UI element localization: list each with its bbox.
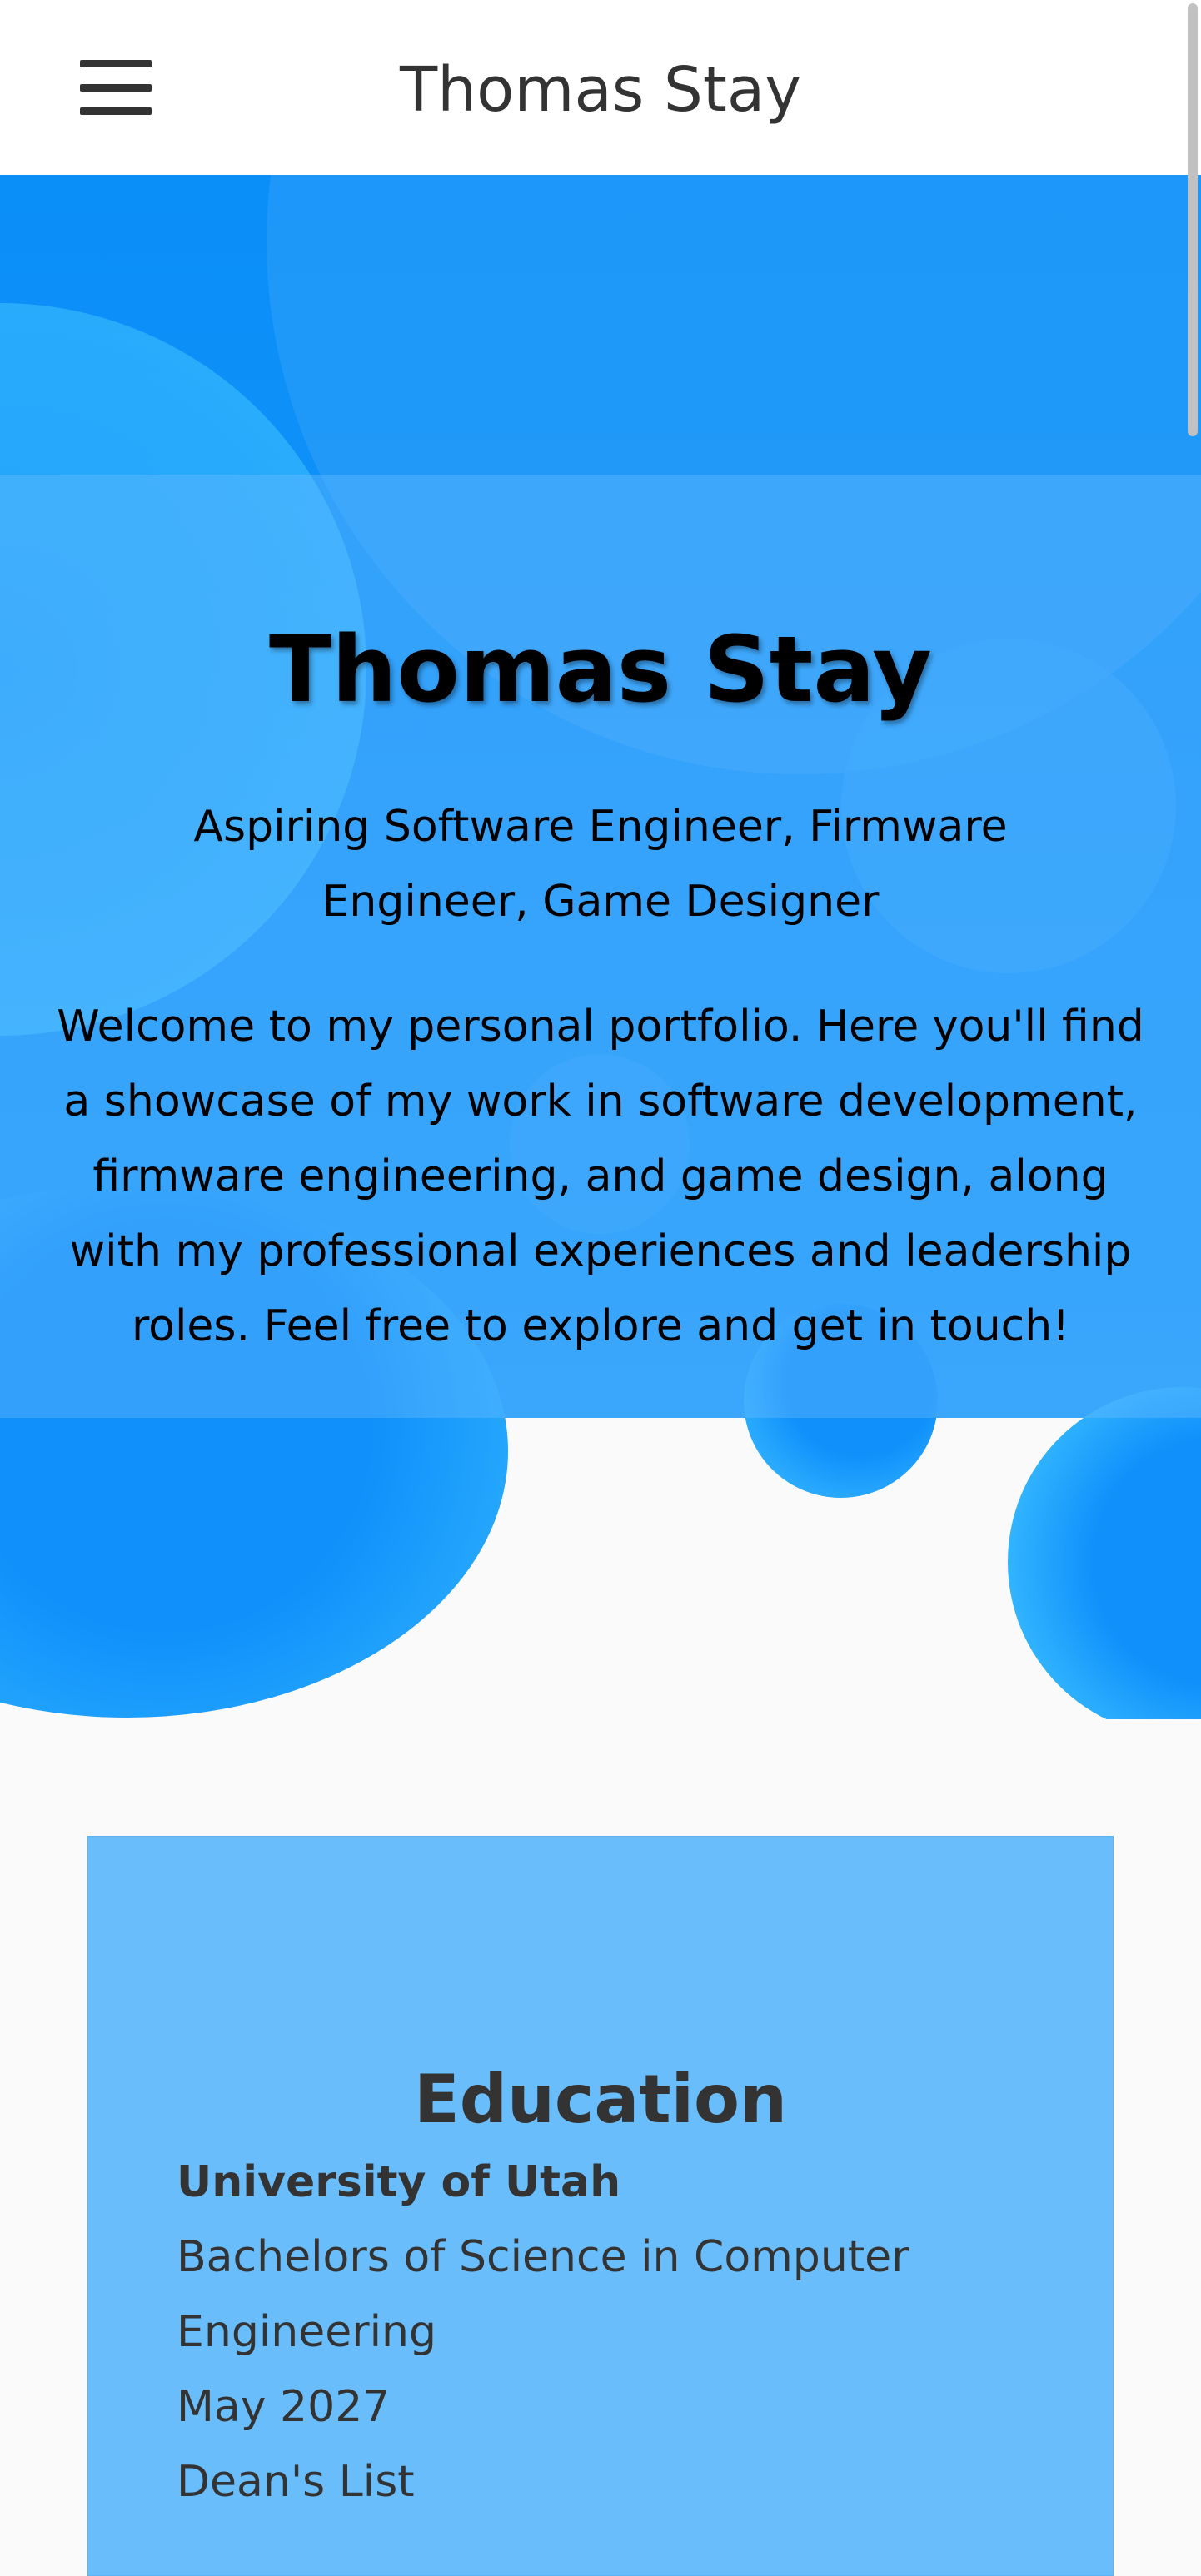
bubble-decoration: [1008, 1387, 1201, 1719]
scrollbar[interactable]: [1188, 3, 1198, 436]
hero-welcome-text: Welcome to my personal portfolio. Here y…: [57, 1002, 1144, 1351]
graduation-date: May 2027: [177, 2382, 391, 2432]
site-title[interactable]: Thomas Stay: [0, 48, 1201, 132]
education-details: University of Utah Bachelors of Science …: [177, 2145, 1063, 2519]
education-heading: Education: [414, 2061, 787, 2139]
school-name: University of Utah: [177, 2157, 621, 2207]
honors: Dean's List: [177, 2457, 415, 2507]
hero-tagline: Aspiring Software Engineer, Firmware Eng…: [193, 802, 1008, 927]
hero-section: [0, 175, 1201, 1719]
degree: Bachelors of Science in Computer Enginee…: [177, 2232, 909, 2357]
top-navbar: Thomas Stay: [0, 0, 1201, 175]
page: Thomas Stay Thomas Stay Aspiring Softwar…: [0, 0, 1201, 2576]
education-card: Education University of Utah Bachelors o…: [87, 1836, 1114, 2576]
hero-name: Thomas Stay: [269, 615, 932, 723]
